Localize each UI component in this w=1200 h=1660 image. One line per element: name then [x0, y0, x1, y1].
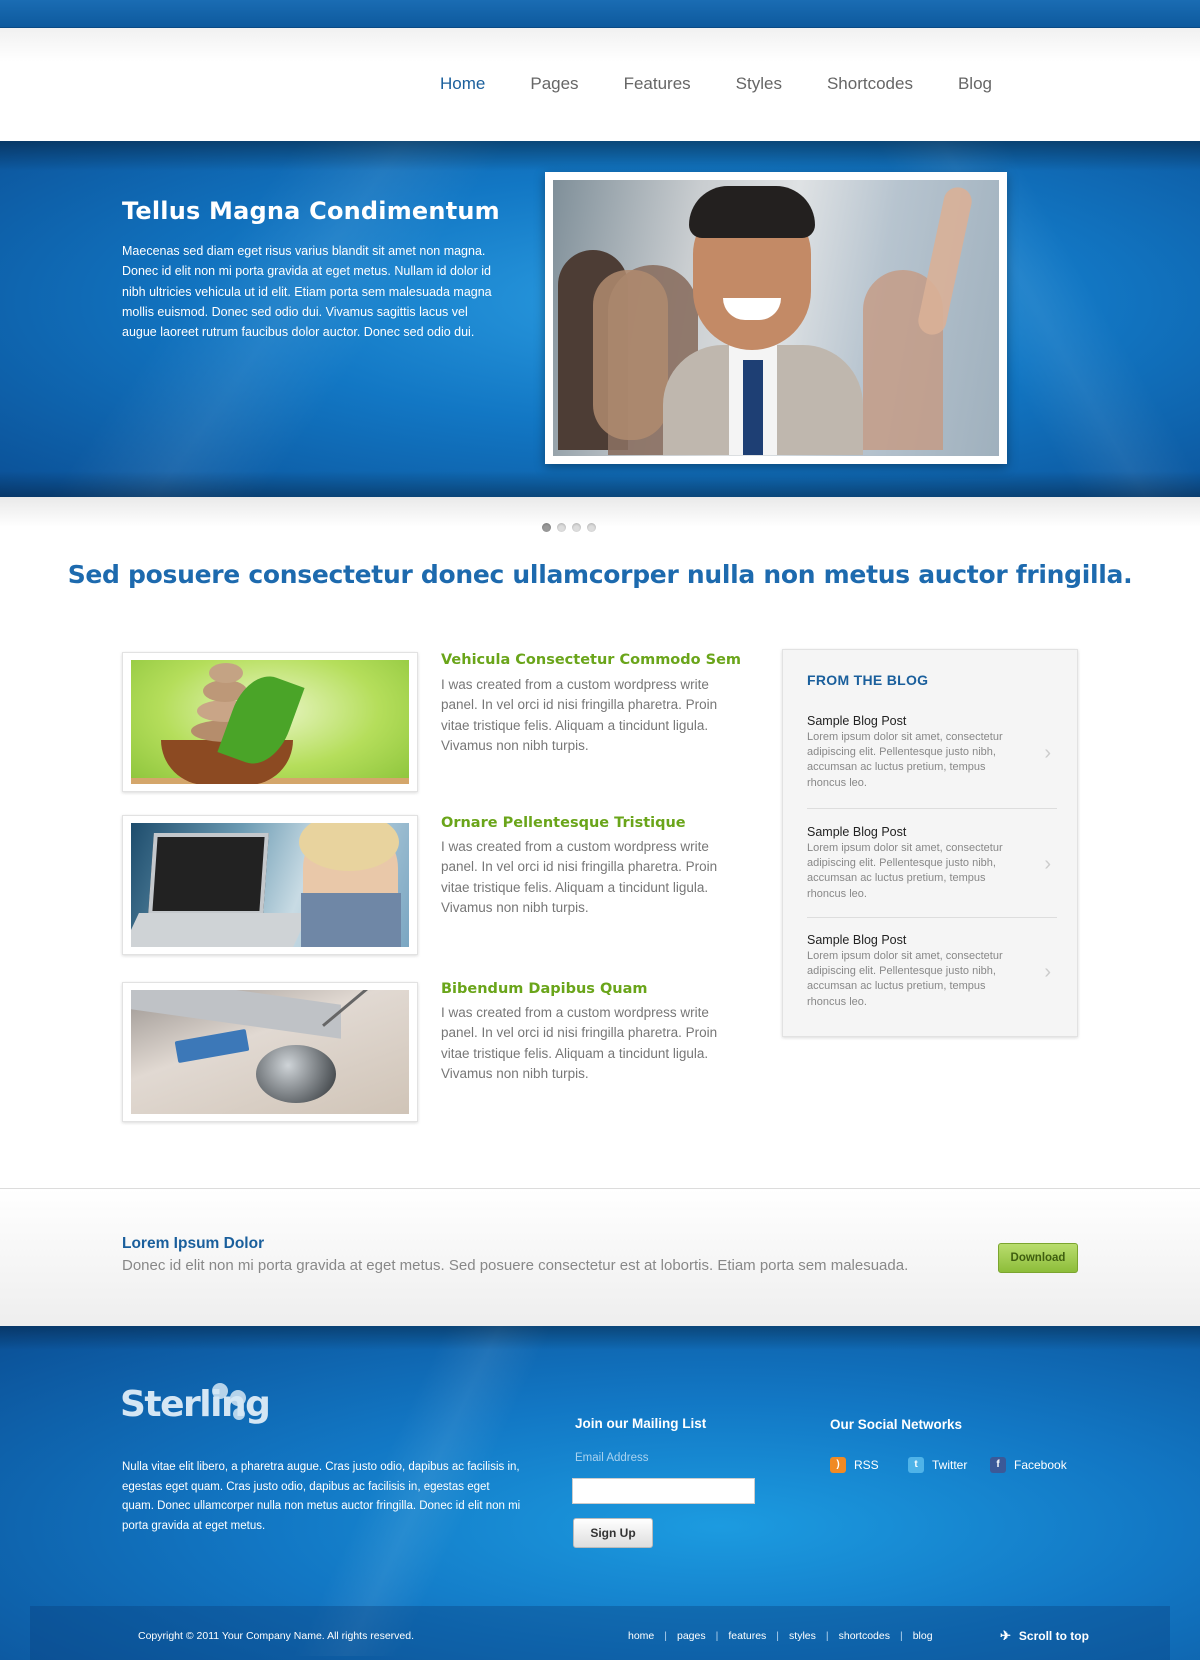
nav-item-blog[interactable]: Blog [958, 74, 992, 94]
blog-post[interactable]: Sample Blog Post Lorem ipsum dolor sit a… [807, 933, 1057, 1010]
separator: | [899, 1630, 903, 1642]
feature-text-2: I was created from a custom wordpress wr… [441, 839, 718, 915]
hero-slider: Tellus Magna Condimentum Maecenas sed di… [0, 141, 1200, 497]
social-label: Twitter [932, 1458, 968, 1472]
feature-text-1: I was created from a custom wordpress wr… [441, 677, 718, 753]
chevron-right-icon[interactable]: › [1044, 853, 1051, 876]
footer-link-blog[interactable]: blog [913, 1630, 933, 1642]
chevron-right-icon[interactable]: › [1044, 742, 1051, 765]
separator: | [664, 1630, 667, 1642]
blog-post-excerpt: Lorem ipsum dolor sit amet, consectetur … [807, 731, 1003, 789]
download-button[interactable]: Download [998, 1243, 1078, 1273]
laptop-woman-image [131, 823, 409, 947]
blog-post[interactable]: Sample Blog Post Lorem ipsum dolor sit a… [807, 714, 1057, 791]
footer-link-pages[interactable]: pages [677, 1630, 706, 1642]
hero-shadow [0, 471, 1200, 497]
blog-heading: FROM THE BLOG [807, 672, 929, 688]
blog-post-excerpt: Lorem ipsum dolor sit amet, consectetur … [807, 950, 1003, 1008]
nav-item-styles[interactable]: Styles [736, 74, 782, 94]
feature-thumbnail-3[interactable] [122, 982, 418, 1122]
nav-item-shortcodes[interactable]: Shortcodes [827, 74, 913, 94]
feature-text-3: I was created from a custom wordpress wr… [441, 1005, 718, 1081]
logo-leaf-icon [230, 1390, 246, 1406]
chevron-right-icon[interactable]: › [1044, 961, 1051, 984]
copyright-text: Copyright © 2011 Your Company Name. All … [138, 1630, 415, 1642]
slider-dot-4[interactable] [587, 523, 596, 532]
stones-leaf-image [131, 660, 409, 784]
footer: Sterling Nulla vitae elit libero, a phar… [0, 1326, 1200, 1660]
footer-link-styles[interactable]: styles [789, 1630, 816, 1642]
mailing-list-heading: Join our Mailing List [575, 1416, 707, 1431]
hero-text: Maecenas sed diam eget risus varius blan… [122, 244, 492, 340]
footer-link-features[interactable]: features [728, 1630, 766, 1642]
feature-thumbnail-1[interactable] [122, 652, 418, 792]
separator: | [825, 1630, 829, 1642]
arrow-up-icon: ✈ [1000, 1628, 1011, 1643]
feature-title-2[interactable]: Ornare Pellentesque Tristique [441, 815, 686, 831]
footer-link-shortcodes[interactable]: shortcodes [839, 1630, 890, 1642]
hero-title: Tellus Magna Condimentum [122, 197, 500, 225]
divider [807, 917, 1057, 918]
sign-up-button[interactable]: Sign Up [573, 1518, 653, 1548]
rss-icon: ) [830, 1457, 846, 1473]
footer-link-home[interactable]: home [628, 1630, 654, 1642]
slider-pagination [542, 523, 602, 532]
social-link-rss[interactable]: ) RSS [830, 1457, 879, 1473]
hero-photo-businessman [553, 180, 999, 456]
mouse-card-image [131, 990, 409, 1114]
header: Home Pages Features Styles Shortcodes Bl… [0, 28, 1200, 141]
main-nav: Home Pages Features Styles Shortcodes Bl… [440, 74, 1037, 94]
slider-dot-1[interactable] [542, 523, 551, 532]
slider-dot-3[interactable] [572, 523, 581, 532]
footer-shadow [0, 1326, 1200, 1350]
nav-item-home[interactable]: Home [440, 74, 485, 94]
slider-dot-2[interactable] [557, 523, 566, 532]
blog-post-title[interactable]: Sample Blog Post [807, 933, 1057, 947]
social-label: RSS [854, 1458, 879, 1472]
blog-post-title[interactable]: Sample Blog Post [807, 714, 1057, 728]
email-label: Email Address [575, 1452, 649, 1464]
separator: | [776, 1630, 780, 1642]
top-strip [0, 0, 1200, 28]
feature-title-3[interactable]: Bibendum Dapibus Quam [441, 981, 648, 997]
callout-title: Lorem Ipsum Dolor [122, 1235, 265, 1252]
social-link-facebook[interactable]: f Facebook [990, 1457, 1067, 1473]
hero-image-frame [545, 172, 1007, 464]
blog-widget: FROM THE BLOG Sample Blog Post Lorem ips… [782, 649, 1078, 1037]
scroll-top-label: Scroll to top [1018, 1629, 1089, 1643]
blog-post[interactable]: Sample Blog Post Lorem ipsum dolor sit a… [807, 825, 1057, 902]
nav-item-features[interactable]: Features [624, 74, 691, 94]
hero-shadow [0, 141, 1200, 171]
logo-leaf-icon [212, 1383, 228, 1399]
tagline: Sed posuere consectetur donec ullamcorpe… [67, 560, 1133, 589]
feature-title-1[interactable]: Vehicula Consectetur Commodo Sem [441, 652, 741, 668]
twitter-icon: t [908, 1457, 924, 1473]
separator: | [715, 1630, 719, 1642]
social-label: Facebook [1014, 1458, 1067, 1472]
email-field[interactable] [572, 1478, 755, 1504]
footer-about-text: Nulla vitae elit libero, a pharetra augu… [122, 1461, 521, 1532]
callout-text: Donec id elit non mi porta gravida at eg… [122, 1257, 909, 1274]
social-link-twitter[interactable]: t Twitter [908, 1457, 967, 1473]
nav-item-pages[interactable]: Pages [530, 74, 578, 94]
feature-thumbnail-2[interactable] [122, 815, 418, 955]
sterling-logo[interactable]: Sterling [120, 1384, 271, 1425]
blog-post-excerpt: Lorem ipsum dolor sit amet, consectetur … [807, 842, 1003, 900]
facebook-icon: f [990, 1457, 1006, 1473]
footer-links: home | pages | features | styles | shortcode… [628, 1630, 933, 1642]
divider [807, 808, 1057, 809]
scroll-to-top-link[interactable]: ✈ Scroll to top [1000, 1628, 1089, 1644]
blog-post-title[interactable]: Sample Blog Post [807, 825, 1057, 839]
logo-leaf-icon [233, 1408, 245, 1420]
social-heading: Our Social Networks [830, 1417, 963, 1432]
callout-bar: Lorem Ipsum Dolor Donec id elit non mi p… [0, 1188, 1200, 1326]
